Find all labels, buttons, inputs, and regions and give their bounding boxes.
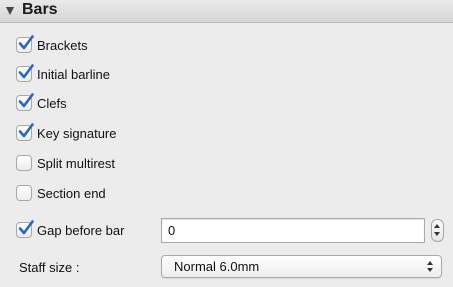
option-gap-before-bar[interactable]: Gap before bar <box>16 219 124 241</box>
gap-before-bar-checkbox[interactable] <box>16 220 34 238</box>
section-title: Bars <box>22 1 58 18</box>
gap-before-bar-input[interactable]: 0 <box>161 218 425 243</box>
key-signature-label: Key signature <box>37 125 117 141</box>
staff-size-select[interactable]: Normal 6.0mm <box>161 255 442 278</box>
option-split-multirest[interactable]: Split multirest <box>16 152 115 174</box>
gap-before-bar-label: Gap before bar <box>37 222 125 238</box>
option-key-signature[interactable]: Key signature <box>16 122 117 144</box>
disclosure-triangle-icon[interactable] <box>6 7 14 15</box>
split-multirest-label: Split multirest <box>37 155 116 171</box>
brackets-checkbox[interactable] <box>16 35 34 53</box>
option-section-end[interactable]: Section end <box>16 182 106 204</box>
key-signature-checkbox[interactable] <box>16 123 34 141</box>
section-end-checkbox[interactable] <box>16 185 32 201</box>
section-end-label: Section end <box>37 185 106 201</box>
initial-barline-label: Initial barline <box>37 66 110 82</box>
option-clefs[interactable]: Clefs <box>16 92 67 114</box>
stepper-arrows-icon[interactable] <box>431 219 444 242</box>
clefs-label: Clefs <box>37 95 67 111</box>
section-header-bars[interactable]: Bars <box>0 0 453 23</box>
initial-barline-checkbox[interactable] <box>16 64 34 82</box>
option-initial-barline[interactable]: Initial barline <box>16 63 110 85</box>
option-brackets[interactable]: Brackets <box>16 34 88 56</box>
stepper-up-icon[interactable] <box>434 224 440 228</box>
brackets-label: Brackets <box>37 37 88 53</box>
staff-size-label: Staff size : <box>19 260 80 275</box>
staff-size-value: Normal 6.0mm <box>174 259 260 274</box>
popup-arrows-icon <box>427 261 433 273</box>
split-multirest-checkbox[interactable] <box>16 155 32 171</box>
clefs-checkbox[interactable] <box>16 93 34 111</box>
stepper-down-icon[interactable] <box>434 232 440 236</box>
